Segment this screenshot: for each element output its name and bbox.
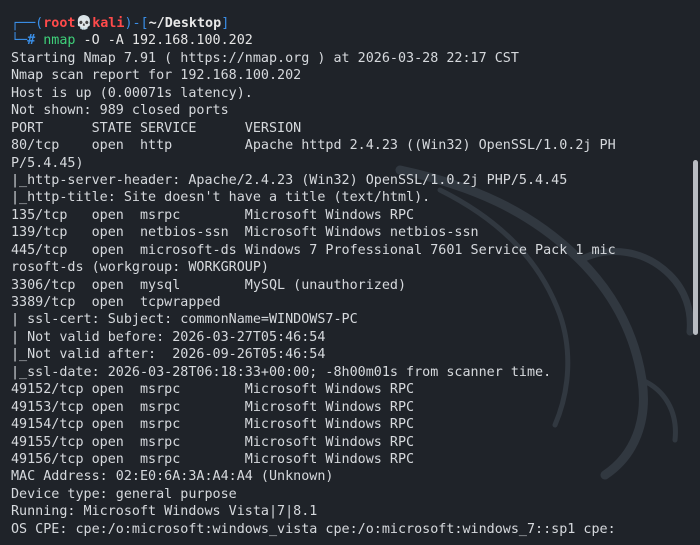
output-line: Starting Nmap 7.91 ( https://nmap.org ) … xyxy=(11,50,519,66)
prompt-frame-end: ] xyxy=(221,16,230,31)
prompt-symbol: # xyxy=(27,33,36,49)
output-line: |_http-server-header: Apache/2.4.23 (Win… xyxy=(11,172,568,188)
output-line: |_http-title: Site doesn't have a title … xyxy=(11,190,431,206)
output-line: 139/tcp open netbios-ssn Microsoft Windo… xyxy=(11,225,479,241)
vertical-scrollbar[interactable] xyxy=(693,160,698,335)
output-line: |_Not valid after: 2026-09-26T05:46:54 xyxy=(11,347,326,363)
output-line: MAC Address: 02:E0:6A:3A:A4:A4 (Unknown) xyxy=(11,469,334,485)
skull-icon: 💀 xyxy=(75,16,93,31)
output-line: OS CPE: cpe:/o:microsoft:windows_vista c… xyxy=(11,521,616,537)
prompt-frame-top: ┌──( xyxy=(11,16,44,31)
prompt-host: kali xyxy=(92,16,125,31)
output-line: Host is up (0.00071s latency). xyxy=(11,85,253,101)
prompt-user: root xyxy=(43,16,76,31)
output-line: Not shown: 989 closed ports xyxy=(11,103,229,119)
output-line: 49156/tcp open msrpc Microsoft Windows R… xyxy=(11,451,415,467)
output-line: 49153/tcp open msrpc Microsoft Windows R… xyxy=(11,399,415,415)
output-line: 135/tcp open msrpc Microsoft Windows RPC xyxy=(11,207,415,223)
output-line: P/5.4.45) xyxy=(11,155,84,171)
output-line: Nmap scan report for 192.168.100.202 xyxy=(11,68,302,84)
output-line: rosoft-ds (workgroup: WORKGROUP) xyxy=(11,260,269,276)
output-line: | Not valid before: 2026-03-27T05:46:54 xyxy=(11,329,326,345)
terminal-window[interactable]: ┌──(root💀kali)-[~/Desktop] └─# nmap -O -… xyxy=(0,0,700,545)
terminal-content: ┌──(root💀kali)-[~/Desktop] └─# nmap -O -… xyxy=(11,15,681,538)
output-line: |_ssl-date: 2026-03-28T06:18:33+00:00; -… xyxy=(11,364,552,380)
output-line: PORT STATE SERVICE VERSION xyxy=(11,120,302,136)
output-line: Running: Microsoft Windows Vista|7|8.1 xyxy=(11,504,318,520)
output-line: 3389/tcp open tcpwrapped xyxy=(11,295,221,310)
output-line: 49154/tcp open msrpc Microsoft Windows R… xyxy=(11,417,415,433)
prompt-frame-mid: )-[ xyxy=(124,16,149,31)
output-line: Device type: general purpose xyxy=(11,486,237,502)
output-line: 80/tcp open http Apache httpd 2.4.23 ((W… xyxy=(11,138,616,154)
prompt-line: ┌──(root💀kali)-[~/Desktop] xyxy=(11,15,681,32)
command-name: nmap xyxy=(43,33,76,49)
prompt-path: ~/Desktop xyxy=(148,16,222,31)
output-line: 445/tcp open microsoft-ds Windows 7 Prof… xyxy=(11,242,616,258)
output-line: | ssl-cert: Subject: commonName=WINDOWS7… xyxy=(11,312,358,328)
output-line: 49152/tcp open msrpc Microsoft Windows R… xyxy=(11,382,415,398)
output-line: 3306/tcp open mysql MySQL (unauthorized) xyxy=(11,277,407,293)
command-line: └─# nmap -O -A 192.168.100.202 xyxy=(11,32,681,49)
command-args: -O -A 192.168.100.202 xyxy=(75,33,253,49)
output-line: 49155/tcp open msrpc Microsoft Windows R… xyxy=(11,434,415,450)
prompt-frame-bottom: └─ xyxy=(11,33,28,49)
